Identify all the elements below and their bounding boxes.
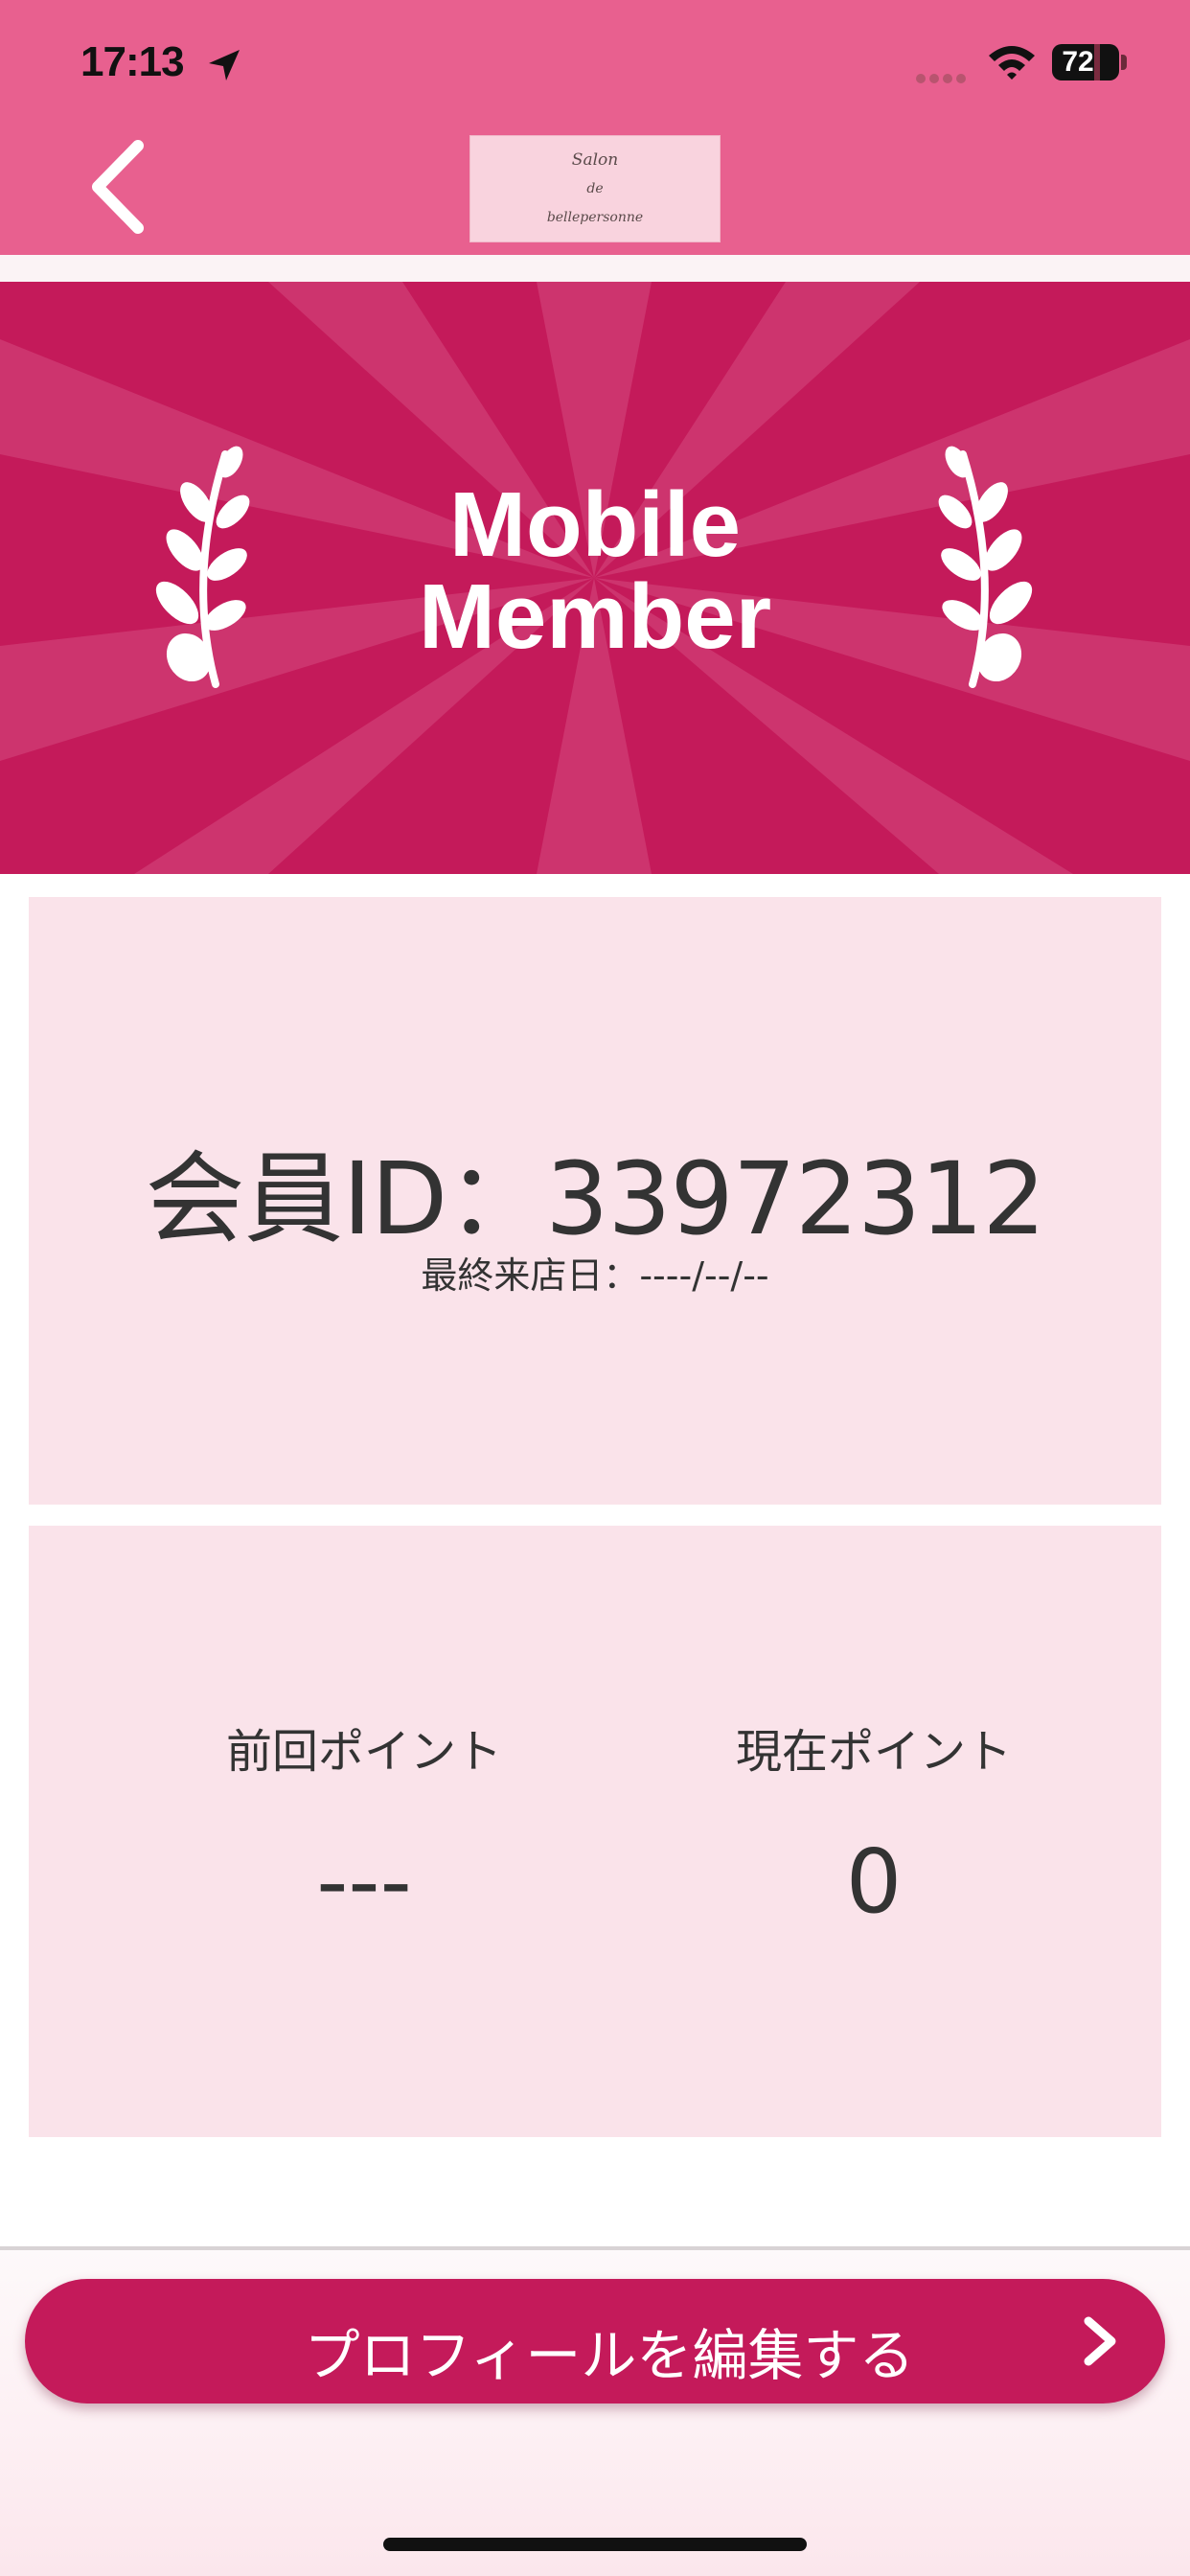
battery-nub bbox=[1121, 55, 1127, 70]
salon-logo: Salon de bellepersonne bbox=[469, 135, 721, 242]
nav-bar: Salon de bellepersonne bbox=[0, 125, 1190, 255]
battery-percentage: 72 bbox=[1062, 46, 1094, 78]
member-card: 会員ID：33972312 最終来店日：----/--/-- bbox=[29, 897, 1161, 1505]
logo-line-2: de bbox=[586, 181, 604, 196]
points-card: 前回ポイント --- 現在ポイント 0 bbox=[29, 1526, 1161, 2137]
previous-points-label: 前回ポイント bbox=[225, 1725, 502, 1779]
chevron-right-icon bbox=[1084, 2316, 1116, 2366]
mobile-member-banner: Mobile Member bbox=[0, 282, 1190, 874]
nav-divider bbox=[0, 255, 1190, 282]
previous-points-value: --- bbox=[316, 1830, 412, 1933]
current-points-value: 0 bbox=[845, 1830, 903, 1933]
location-arrow-icon bbox=[209, 50, 240, 80]
back-button[interactable] bbox=[77, 134, 172, 240]
current-points: 現在ポイント 0 bbox=[634, 1714, 1113, 1933]
signal-dots-icon bbox=[916, 74, 966, 83]
status-bar: 17:13 72 bbox=[0, 0, 1190, 125]
edit-profile-button[interactable]: プロフィールを編集する bbox=[25, 2279, 1165, 2404]
previous-points: 前回ポイント --- bbox=[125, 1714, 604, 1933]
logo-line-1: Salon bbox=[571, 150, 619, 170]
wifi-icon bbox=[989, 46, 1035, 80]
status-time: 17:13 bbox=[80, 38, 185, 85]
last-visit-date: 最終来店日：----/--/-- bbox=[421, 1254, 769, 1297]
laurel-branch-right-icon bbox=[938, 446, 1033, 688]
chevron-left-icon bbox=[92, 140, 144, 234]
member-id: 会員ID：33972312 bbox=[145, 1140, 1045, 1257]
edit-profile-label: プロフィールを編集する bbox=[304, 2323, 915, 2388]
battery-icon: 72 bbox=[1052, 44, 1119, 80]
logo-line-3: bellepersonne bbox=[546, 210, 644, 225]
home-indicator[interactable] bbox=[383, 2538, 807, 2551]
current-points-label: 現在ポイント bbox=[735, 1725, 1012, 1779]
